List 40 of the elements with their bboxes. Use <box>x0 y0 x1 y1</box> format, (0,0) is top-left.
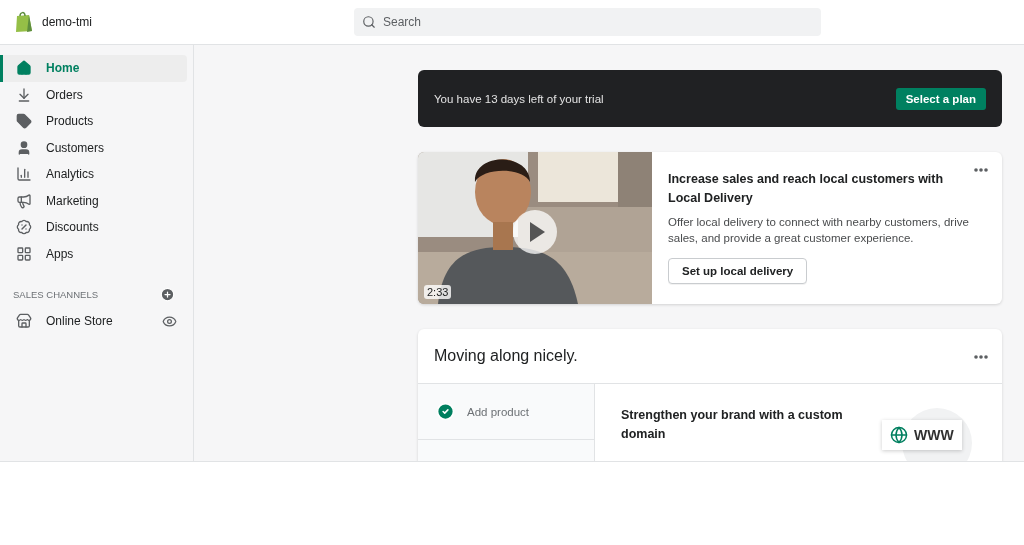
nav-item[interactable]: Discounts <box>0 214 187 241</box>
globe-icon <box>890 426 908 444</box>
card-title: Moving along nicely. <box>434 347 578 365</box>
card-description: Offer local delivery to connect with nearby customers, drive sales, and provide a great customer experience. <box>668 215 970 246</box>
search-icon <box>362 15 376 29</box>
more-icon <box>974 355 988 359</box>
person-icon <box>16 139 32 156</box>
nav-item[interactable]: Analytics <box>0 161 187 188</box>
percent-badge-icon <box>16 219 32 236</box>
shopping-bag-logo <box>14 11 34 33</box>
video-duration: 2:33 <box>424 285 452 299</box>
nav-item[interactable]: Online Store <box>0 308 187 335</box>
nav-item[interactable]: Orders <box>0 81 187 108</box>
more-button[interactable] <box>974 168 988 172</box>
local-delivery-button[interactable]: Set up local delivery <box>668 258 808 284</box>
more-icon <box>974 168 988 172</box>
tag-icon <box>16 113 32 130</box>
nav-item[interactable]: Apps <box>0 240 187 267</box>
megaphone-icon <box>16 192 32 209</box>
nav-item[interactable]: Customers <box>0 134 187 161</box>
home-icon <box>16 60 32 77</box>
bar-chart-icon <box>16 166 32 183</box>
add-icon[interactable] <box>160 287 175 302</box>
more-button[interactable] <box>974 355 988 359</box>
nav-item[interactable]: Products <box>0 108 187 135</box>
domain-label: WWW <box>882 420 962 450</box>
grid-icon <box>16 245 32 262</box>
search-field[interactable]: Search <box>354 8 821 36</box>
select-plan-button[interactable]: Select a plan <box>895 87 986 110</box>
play-button[interactable] <box>512 209 558 255</box>
view-icon[interactable] <box>162 313 177 329</box>
store-name[interactable]: demo-tmi <box>42 15 354 29</box>
section-heading: SALES CHANNELS <box>13 289 98 300</box>
step-title: Strengthen your brand with a custom domain <box>621 407 844 443</box>
card-title: Increase sales and reach local customers with Local Delivery <box>668 171 945 207</box>
store-icon <box>16 313 32 330</box>
nav-item[interactable]: Marketing <box>0 187 187 214</box>
nav-item[interactable]: Home <box>0 55 187 82</box>
download-icon <box>16 86 32 103</box>
trial-text: You have 13 days left of your trial <box>434 92 604 105</box>
